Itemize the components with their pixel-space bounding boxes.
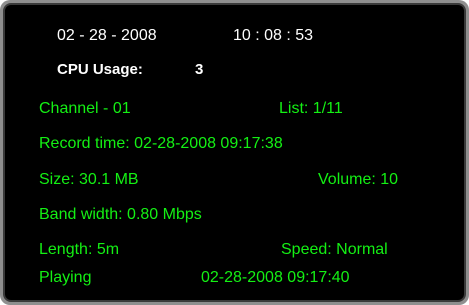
osd-panel: 02 - 28 - 2008 10 : 08 : 53 CPU Usage: 3…: [3, 3, 466, 302]
speed-label: Speed: Normal: [281, 241, 388, 258]
cpu-usage-value: 3: [195, 61, 204, 78]
osd-panel-frame: 02 - 28 - 2008 10 : 08 : 53 CPU Usage: 3…: [0, 0, 469, 305]
record-time-label: Record time: 02-28-2008 09:17:38: [39, 135, 283, 152]
list-label: List: 1/11: [279, 100, 343, 117]
volume-label: Volume: 10: [318, 171, 399, 188]
cpu-usage-label: CPU Usage:: [57, 61, 143, 78]
length-label: Length: 5m: [39, 241, 120, 258]
playback-timestamp: 02-28-2008 09:17:40: [201, 269, 350, 286]
bandwidth-label: Band width: 0.80 Mbps: [39, 206, 202, 223]
channel-label: Channel - 01: [39, 100, 131, 117]
size-label: Size: 30.1 MB: [39, 171, 139, 188]
playback-status: Playing: [39, 269, 92, 286]
header-date: 02 - 28 - 2008: [57, 27, 157, 44]
header-time: 10 : 08 : 53: [233, 27, 314, 44]
